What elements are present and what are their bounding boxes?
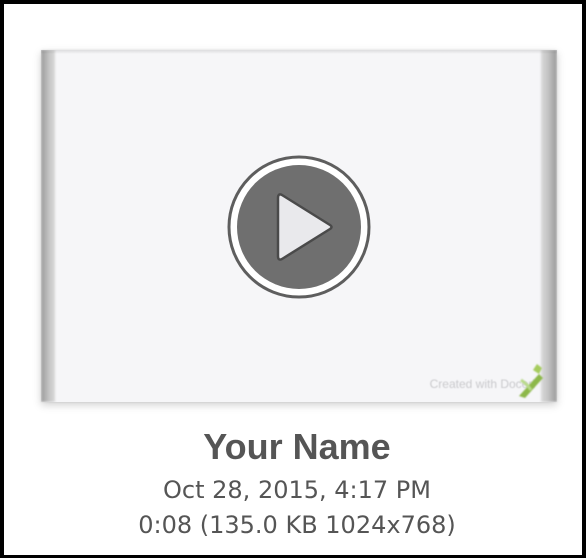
play-icon <box>227 155 371 299</box>
video-details: 0:08 (135.0 KB 1024x768) <box>138 511 456 539</box>
thumbnail-top-shade <box>41 50 557 54</box>
video-title: Your Name <box>203 426 391 467</box>
thumbnail-left-edge <box>41 50 55 402</box>
video-date: Oct 28, 2015, 4:17 PM <box>163 476 431 504</box>
play-button[interactable] <box>227 155 371 299</box>
doceri-logo-icon <box>519 364 543 398</box>
thumbnail-right-edge <box>541 50 557 402</box>
video-thumbnail[interactable]: Created with Doceri <box>41 50 557 402</box>
video-card[interactable]: Created with Doceri Your Name Oct 28, 20… <box>0 0 586 558</box>
